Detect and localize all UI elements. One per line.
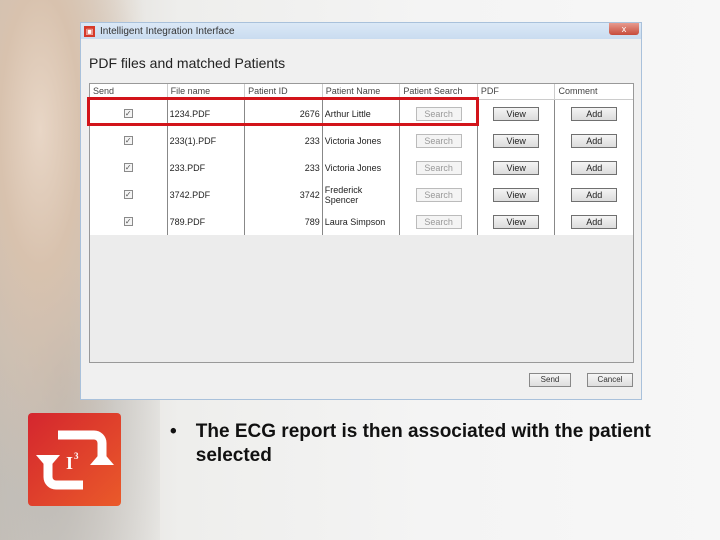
- svg-text:I: I: [66, 453, 73, 473]
- bullet-point: • The ECG report is then associated with…: [170, 420, 690, 468]
- view-button[interactable]: View: [493, 187, 540, 202]
- view-button[interactable]: View: [493, 214, 540, 229]
- bullet-text: The ECG report is then associated with t…: [195, 421, 651, 466]
- patient-id: 233: [245, 127, 323, 154]
- add-comment-button[interactable]: Add: [571, 106, 618, 121]
- view-button[interactable]: View: [493, 106, 540, 121]
- patient-name: Victoria Jones: [323, 127, 401, 154]
- cancel-button[interactable]: Cancel: [587, 373, 633, 387]
- comment-cell: Add: [555, 208, 633, 235]
- page-title: PDF files and matched Patients: [89, 55, 286, 71]
- svg-text:3: 3: [74, 451, 79, 461]
- app-window: ▣ Intelligent Integration Interface x PD…: [80, 22, 642, 400]
- table-row[interactable]: ✓ 789.PDF 789 Laura Simpson Search View …: [90, 208, 633, 235]
- pdf-cell: View: [478, 127, 556, 154]
- patient-name: Frederick Spencer: [323, 181, 401, 208]
- pdf-cell: View: [478, 181, 556, 208]
- patient-name: Laura Simpson: [323, 208, 401, 235]
- search-button[interactable]: Search: [415, 133, 462, 148]
- comment-cell: Add: [555, 154, 633, 181]
- search-button[interactable]: Search: [415, 160, 462, 175]
- search-button[interactable]: Search: [415, 214, 462, 229]
- file-name: 233.PDF: [168, 154, 246, 181]
- file-name: 3742.PDF: [168, 181, 246, 208]
- close-button[interactable]: x: [609, 23, 639, 35]
- send-cell: ✓: [90, 181, 168, 208]
- add-comment-button[interactable]: Add: [571, 214, 618, 229]
- comment-cell: Add: [555, 100, 633, 127]
- i3-logo: I 3: [28, 413, 121, 506]
- bullet-dot: •: [170, 421, 177, 442]
- send-button[interactable]: Send: [529, 373, 571, 387]
- search-button[interactable]: Search: [415, 187, 462, 202]
- send-cell: ✓: [90, 154, 168, 181]
- patient-name: Victoria Jones: [323, 154, 401, 181]
- comment-cell: Add: [555, 181, 633, 208]
- send-cell: ✓: [90, 127, 168, 154]
- file-name: 233(1).PDF: [168, 127, 246, 154]
- pdf-cell: View: [478, 154, 556, 181]
- table-row[interactable]: ✓ 3742.PDF 3742 Frederick Spencer Search…: [90, 181, 633, 208]
- comment-cell: Add: [555, 127, 633, 154]
- patient-id: 233: [245, 154, 323, 181]
- pdf-cell: View: [478, 100, 556, 127]
- pdf-cell: View: [478, 208, 556, 235]
- table-row[interactable]: ✓ 233.PDF 233 Victoria Jones Search View…: [90, 154, 633, 181]
- search-cell: Search: [400, 127, 478, 154]
- view-button[interactable]: View: [493, 160, 540, 175]
- send-checkbox[interactable]: ✓: [123, 163, 133, 172]
- add-comment-button[interactable]: Add: [571, 187, 618, 202]
- send-checkbox[interactable]: ✓: [123, 136, 133, 145]
- selected-row-highlight: [87, 97, 479, 126]
- send-checkbox[interactable]: ✓: [123, 217, 133, 226]
- title-bar: ▣ Intelligent Integration Interface x: [81, 23, 641, 39]
- add-comment-button[interactable]: Add: [571, 133, 618, 148]
- add-comment-button[interactable]: Add: [571, 160, 618, 175]
- search-cell: Search: [400, 181, 478, 208]
- app-icon: ▣: [84, 25, 95, 37]
- patient-id: 789: [245, 208, 323, 235]
- col-pdf: PDF: [478, 84, 556, 99]
- file-name: 789.PDF: [168, 208, 246, 235]
- search-cell: Search: [400, 208, 478, 235]
- table-row[interactable]: ✓ 233(1).PDF 233 Victoria Jones Search V…: [90, 127, 633, 154]
- view-button[interactable]: View: [493, 133, 540, 148]
- window-title: Intelligent Integration Interface: [100, 25, 235, 37]
- patient-id: 3742: [245, 181, 323, 208]
- col-comment: Comment: [558, 86, 598, 96]
- send-cell: ✓: [90, 208, 168, 235]
- send-checkbox[interactable]: ✓: [123, 190, 133, 199]
- search-cell: Search: [400, 154, 478, 181]
